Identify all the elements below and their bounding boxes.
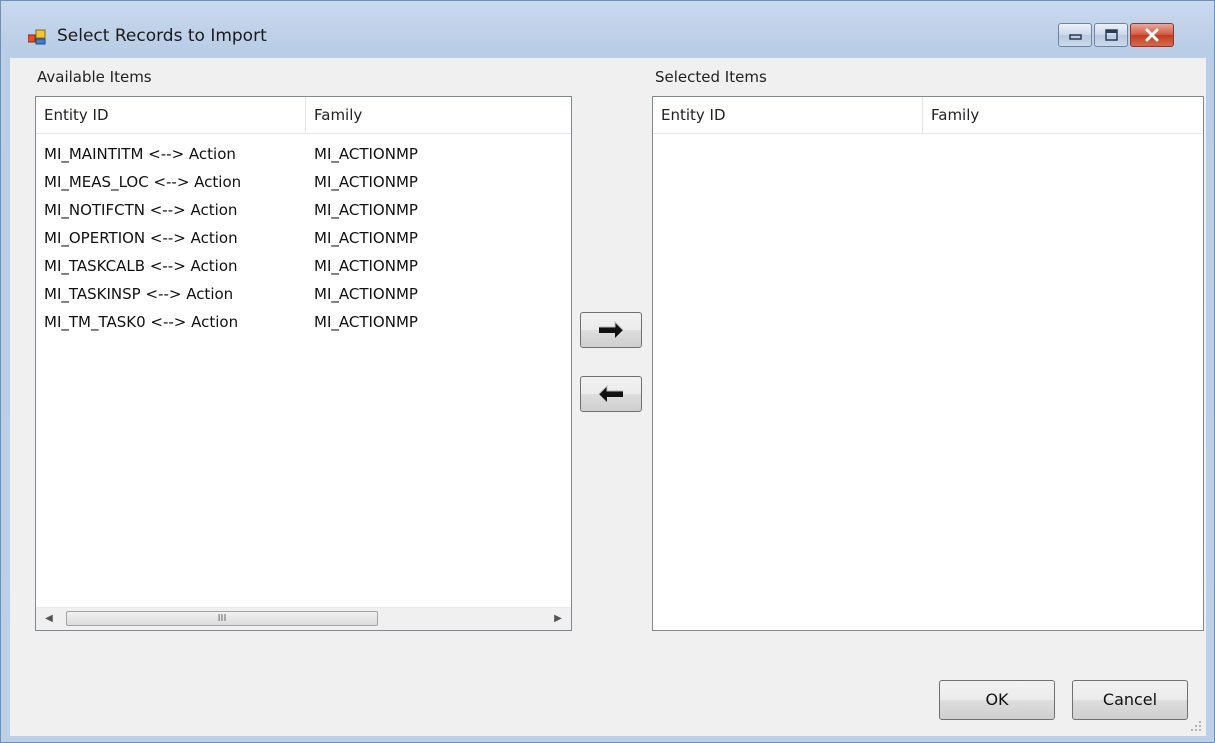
cancel-button[interactable]: Cancel — [1072, 680, 1188, 720]
dialog-client-area: Available Items Entity ID Family MI_MAIN… — [10, 58, 1206, 736]
entity-id-cell: MI_MEAS_LOC <--> Action — [44, 173, 242, 191]
column-header-entity-id[interactable]: Entity ID — [36, 97, 306, 133]
selected-items-label: Selected Items — [655, 68, 767, 86]
entity-id-cell: MI_NOTIFCTN <--> Action — [44, 201, 238, 219]
column-header-family[interactable]: Family — [923, 97, 1203, 133]
window-title: Select Records to Import — [57, 26, 267, 46]
family-cell: MI_ACTIONMP — [314, 313, 418, 331]
scrollbar-grip-icon: III — [217, 613, 227, 624]
entity-id-cell: MI_OPERTION <--> Action — [44, 229, 238, 247]
scroll-left-arrow-icon[interactable]: ◀ — [38, 608, 60, 630]
entity-id-cell: MI_TASKINSP <--> Action — [44, 285, 234, 303]
available-items-label: Available Items — [37, 68, 152, 86]
family-cell: MI_ACTIONMP — [314, 201, 418, 219]
available-list-header: Entity ID Family — [36, 97, 571, 134]
family-cell: MI_ACTIONMP — [314, 173, 418, 191]
move-left-button[interactable] — [580, 376, 642, 412]
horizontal-scrollbar[interactable]: ◀ III ▶ — [36, 607, 571, 630]
available-items-list[interactable]: Entity ID Family MI_MAINTITM <--> Action… — [35, 96, 572, 631]
entity-id-cell: MI_TASKCALB <--> Action — [44, 257, 238, 275]
maximize-button[interactable] — [1094, 23, 1128, 47]
column-header-family[interactable]: Family — [306, 97, 572, 133]
close-icon — [1145, 28, 1159, 42]
minimize-icon — [1069, 34, 1082, 40]
entity-id-cell: MI_MAINTITM <--> Action — [44, 145, 236, 163]
arrow-left-icon — [598, 384, 623, 402]
arrow-right-icon — [599, 320, 624, 338]
close-button[interactable] — [1130, 23, 1174, 47]
scroll-right-arrow-icon[interactable]: ▶ — [547, 608, 569, 630]
family-cell: MI_ACTIONMP — [314, 285, 418, 303]
minimize-button[interactable] — [1058, 23, 1092, 47]
dialog-window: Select Records to Import Available Items… — [0, 0, 1215, 743]
ok-button[interactable]: OK — [939, 680, 1055, 720]
column-header-entity-id[interactable]: Entity ID — [653, 97, 923, 133]
move-right-button[interactable] — [580, 312, 642, 348]
selected-list-header: Entity ID Family — [653, 97, 1203, 134]
family-cell: MI_ACTIONMP — [314, 257, 418, 275]
maximize-icon — [1105, 29, 1118, 41]
family-cell: MI_ACTIONMP — [314, 145, 418, 163]
selected-items-list[interactable]: Entity ID Family — [652, 96, 1204, 631]
resize-grip-icon[interactable] — [1190, 720, 1202, 732]
family-cell: MI_ACTIONMP — [314, 229, 418, 247]
app-window-icon — [28, 29, 46, 45]
scrollbar-thumb[interactable]: III — [66, 611, 378, 626]
caption-buttons — [1056, 23, 1174, 51]
title-bar[interactable]: Select Records to Import — [1, 1, 1214, 57]
entity-id-cell: MI_TM_TASK0 <--> Action — [44, 313, 239, 331]
